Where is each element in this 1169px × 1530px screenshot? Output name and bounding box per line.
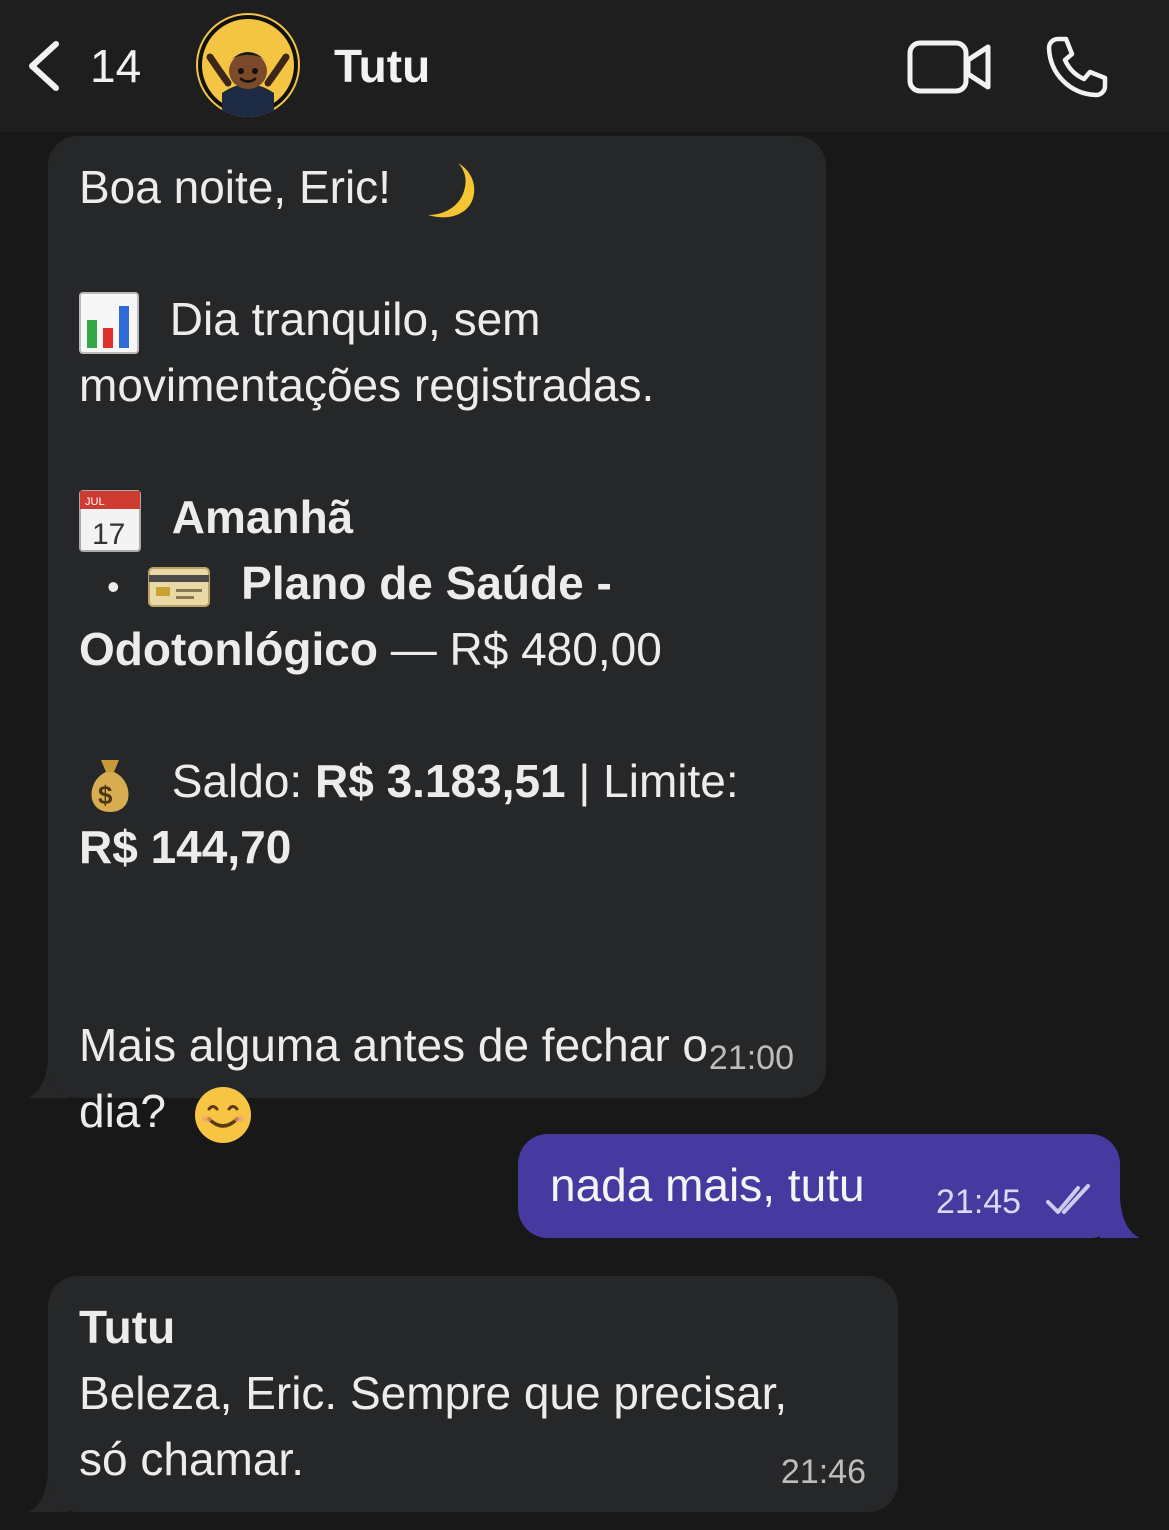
message-text: Beleza, Eric. Sempre que precisar,	[79, 1367, 788, 1419]
tomorrow-label: Amanhã	[171, 491, 354, 543]
limite-value: R$ 144,70	[79, 821, 292, 873]
smiling-face-emoji	[194, 1086, 251, 1143]
message-line: Odotonlógico — R$ 480,00	[79, 616, 826, 682]
svg-text:JUL: JUL	[85, 496, 105, 508]
day-summary-text-continued: movimentações registradas.	[79, 359, 655, 411]
incoming-message-summary[interactable]: Boa noite, Eric! Dia tranquilo, sem movi…	[48, 136, 826, 1143]
saldo-value: R$ 3.183,51	[315, 755, 566, 807]
message-timestamp: 21:00	[708, 1039, 794, 1077]
unread-count[interactable]: 14	[90, 38, 141, 94]
outgoing-message[interactable]: nada mais, tutu 21:45	[518, 1134, 1120, 1238]
calendar-emoji: JUL 17	[79, 489, 141, 552]
chat-header: 14 Tutu	[0, 0, 1169, 132]
credit-card-emoji	[148, 566, 211, 607]
message-line: • Plano de Saúde -	[79, 550, 826, 616]
message-line: Boa noite, Eric!	[79, 154, 826, 220]
moon-emoji	[427, 162, 475, 218]
double-check-icon	[1046, 1184, 1090, 1214]
greeting-text: Boa noite, Eric!	[79, 161, 391, 213]
message-line: $ Saldo: R$ 3.183,51 | Limite:	[79, 748, 826, 814]
message-timestamp: 21:46	[780, 1453, 866, 1491]
svg-text:$: $	[98, 780, 113, 810]
limite-label: | Limite:	[565, 755, 739, 807]
message-line: Dia tranquilo, sem	[79, 286, 826, 354]
money-bag-emoji: $	[91, 759, 129, 812]
svg-text:17: 17	[92, 518, 125, 551]
closing-question-text-continued: dia?	[79, 1085, 166, 1137]
avatar[interactable]	[196, 13, 300, 117]
incoming-message-reply[interactable]: Tutu Beleza, Eric. Sempre que precisar, …	[48, 1276, 898, 1512]
bullet: •	[107, 566, 120, 607]
message-text: nada mais, tutu	[550, 1159, 865, 1211]
chevron-left-icon[interactable]	[24, 38, 64, 94]
bill-amount-text: — R$ 480,00	[377, 623, 662, 675]
message-text-continued: só chamar.	[79, 1433, 304, 1485]
phone-icon[interactable]	[1044, 34, 1110, 100]
day-summary-text: Dia tranquilo, sem	[169, 293, 541, 345]
sender-name: Tutu	[79, 1301, 176, 1353]
message-timestamp: 21:45	[936, 1183, 1022, 1221]
bill-name-text-continued: Odotonlógico	[79, 623, 378, 675]
bill-name-text: Plano de Saúde -	[241, 557, 612, 609]
saldo-label: Saldo:	[171, 755, 315, 807]
contact-name[interactable]: Tutu	[334, 38, 430, 94]
video-camera-icon[interactable]	[906, 38, 992, 96]
bar-chart-emoji	[79, 291, 139, 354]
message-line: JUL 17 Amanhã	[79, 484, 826, 552]
avatar-illustration-icon	[198, 15, 298, 117]
